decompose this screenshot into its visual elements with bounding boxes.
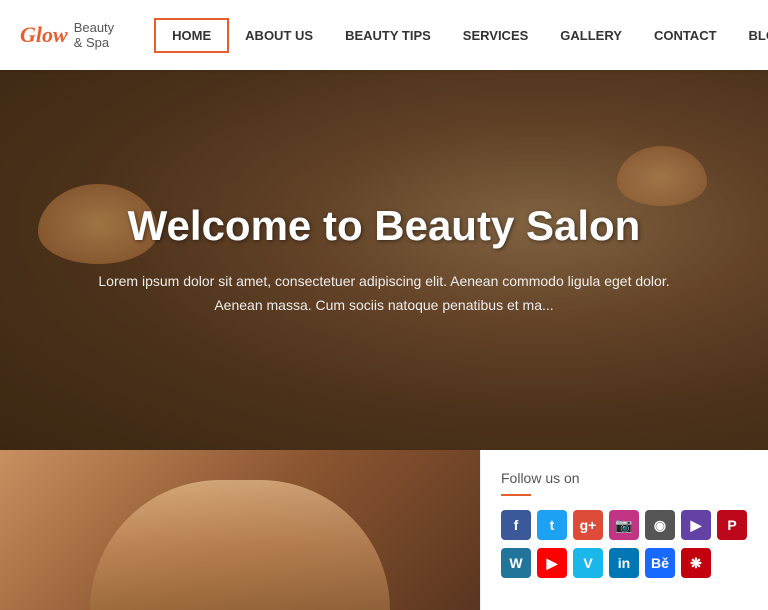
social-row-1: ftg+📷◉▶P bbox=[501, 510, 748, 540]
site-header: Glow Beauty & Spa HOMEABOUT USBEAUTY TIP… bbox=[0, 0, 768, 70]
hero-title: Welcome to Beauty Salon bbox=[84, 202, 684, 250]
nav-item-gallery[interactable]: GALLERY bbox=[544, 20, 638, 51]
circle-icon[interactable]: ◉ bbox=[645, 510, 675, 540]
nav-item-contact[interactable]: CONTACT bbox=[638, 20, 733, 51]
hero-content: Welcome to Beauty Salon Lorem ipsum dolo… bbox=[24, 202, 744, 318]
follow-divider bbox=[501, 494, 531, 496]
wordpress-icon[interactable]: W bbox=[501, 548, 531, 578]
social-row-2: W▶VinBě❋ bbox=[501, 548, 748, 578]
follow-us-title: Follow us on bbox=[501, 470, 748, 486]
pinterest-icon[interactable]: P bbox=[717, 510, 747, 540]
twitter-icon[interactable]: t bbox=[537, 510, 567, 540]
linkedin-icon[interactable]: in bbox=[609, 548, 639, 578]
hero-subtitle: Lorem ipsum dolor sit amet, consectetuer… bbox=[84, 270, 684, 318]
nav-item-beauty-tips[interactable]: BEAUTY TIPS bbox=[329, 20, 447, 51]
bottom-spa-image bbox=[0, 450, 480, 610]
google-plus-icon[interactable]: g+ bbox=[573, 510, 603, 540]
logo-glow-text: Glow bbox=[20, 22, 68, 48]
logo: Glow Beauty & Spa bbox=[20, 20, 114, 50]
youtube-icon[interactable]: ▶ bbox=[537, 548, 567, 578]
instagram-icon[interactable]: 📷 bbox=[609, 510, 639, 540]
nav-item-about-us[interactable]: ABOUT US bbox=[229, 20, 329, 51]
nav-item-home[interactable]: HOME bbox=[154, 18, 229, 53]
social-grid: ftg+📷◉▶P W▶VinBě❋ bbox=[501, 510, 748, 578]
main-nav: HOMEABOUT USBEAUTY TIPSSERVICESGALLERYCO… bbox=[154, 18, 768, 53]
twitch-icon[interactable]: ▶ bbox=[681, 510, 711, 540]
social-panel: Follow us on ftg+📷◉▶P W▶VinBě❋ bbox=[480, 450, 768, 610]
hero-section: Welcome to Beauty Salon Lorem ipsum dolo… bbox=[0, 70, 768, 450]
nav-item-services[interactable]: SERVICES bbox=[447, 20, 545, 51]
logo-subtitle: Beauty & Spa bbox=[74, 20, 114, 50]
bottom-section: Follow us on ftg+📷◉▶P W▶VinBě❋ bbox=[0, 450, 768, 610]
lastfm-icon[interactable]: ❋ bbox=[681, 548, 711, 578]
facebook-icon[interactable]: f bbox=[501, 510, 531, 540]
vimeo-icon[interactable]: V bbox=[573, 548, 603, 578]
behance-icon[interactable]: Bě bbox=[645, 548, 675, 578]
nav-item-blog[interactable]: BLOG bbox=[733, 20, 768, 51]
